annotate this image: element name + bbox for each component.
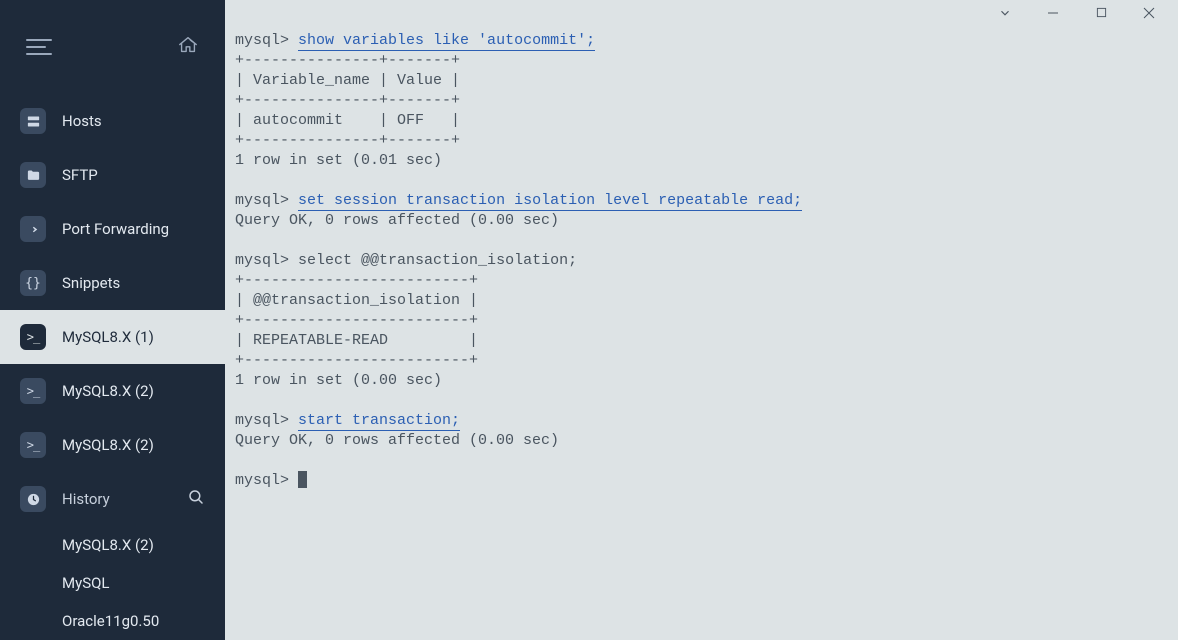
sidebar-item-snippets[interactable]: {} Snippets [0, 256, 225, 310]
sidebar-item-session-1[interactable]: >_ MySQL8.X (1) [0, 310, 225, 364]
window-controls [225, 0, 1178, 25]
command: start transaction; [298, 412, 460, 431]
folder-icon [20, 162, 46, 188]
command: show variables like 'autocommit'; [298, 32, 595, 51]
forward-icon [20, 216, 46, 242]
menu-icon[interactable] [26, 37, 52, 57]
sidebar-item-label: Port Forwarding [62, 220, 169, 238]
minimize-button[interactable] [1030, 0, 1076, 25]
output: +---------------+-------+ | Variable_nam… [235, 52, 460, 169]
sidebar-item-label: MySQL8.X (2) [62, 382, 154, 400]
sidebar-item-sftp[interactable]: SFTP [0, 148, 225, 202]
history-item[interactable]: MySQL [0, 564, 225, 602]
output: +-------------------------+ | @@transact… [235, 272, 478, 389]
prompt: mysql> [235, 412, 289, 429]
sidebar-item-label: MySQL8.X (1) [62, 328, 154, 346]
history-item[interactable]: MySQL8.X (2) [0, 526, 225, 564]
prompt: mysql> [235, 472, 289, 489]
output: Query OK, 0 rows affected (0.00 sec) [235, 212, 559, 229]
sidebar-item-hosts[interactable]: Hosts [0, 94, 225, 148]
terminal-output[interactable]: mysql> show variables like 'autocommit';… [225, 25, 1178, 640]
prompt: mysql> [235, 192, 289, 209]
terminal-icon: >_ [20, 378, 46, 404]
braces-icon: {} [20, 270, 46, 296]
sidebar-item-label: Hosts [62, 112, 102, 130]
home-icon[interactable] [177, 34, 199, 60]
sidebar-item-label: Snippets [62, 274, 120, 292]
command: set session transaction isolation level … [298, 192, 802, 211]
close-button[interactable] [1126, 0, 1172, 25]
history-label: History [62, 490, 110, 508]
sidebar: Hosts SFTP Port Forwarding {} Snippets >… [0, 0, 225, 640]
clock-icon [20, 486, 46, 512]
server-icon [20, 108, 46, 134]
sidebar-item-port-forwarding[interactable]: Port Forwarding [0, 202, 225, 256]
sidebar-item-session-3[interactable]: >_ MySQL8.X (2) [0, 418, 225, 472]
search-icon[interactable] [187, 488, 205, 510]
sidebar-item-label: SFTP [62, 166, 98, 184]
dropdown-button[interactable] [982, 0, 1028, 25]
prompt: mysql> [235, 252, 289, 269]
terminal-icon: >_ [20, 324, 46, 350]
history-item[interactable]: Oracle11g0.50 [0, 602, 225, 640]
sidebar-item-session-2[interactable]: >_ MySQL8.X (2) [0, 364, 225, 418]
sidebar-item-label: MySQL8.X (2) [62, 436, 154, 454]
prompt: mysql> [235, 32, 289, 49]
terminal-icon: >_ [20, 432, 46, 458]
output: Query OK, 0 rows affected (0.00 sec) [235, 432, 559, 449]
main-panel: mysql> show variables like 'autocommit';… [225, 0, 1178, 640]
command: select @@transaction_isolation; [298, 252, 577, 269]
cursor [298, 471, 307, 488]
maximize-button[interactable] [1078, 0, 1124, 25]
sidebar-item-history[interactable]: History [0, 472, 225, 526]
sidebar-header [0, 0, 225, 94]
